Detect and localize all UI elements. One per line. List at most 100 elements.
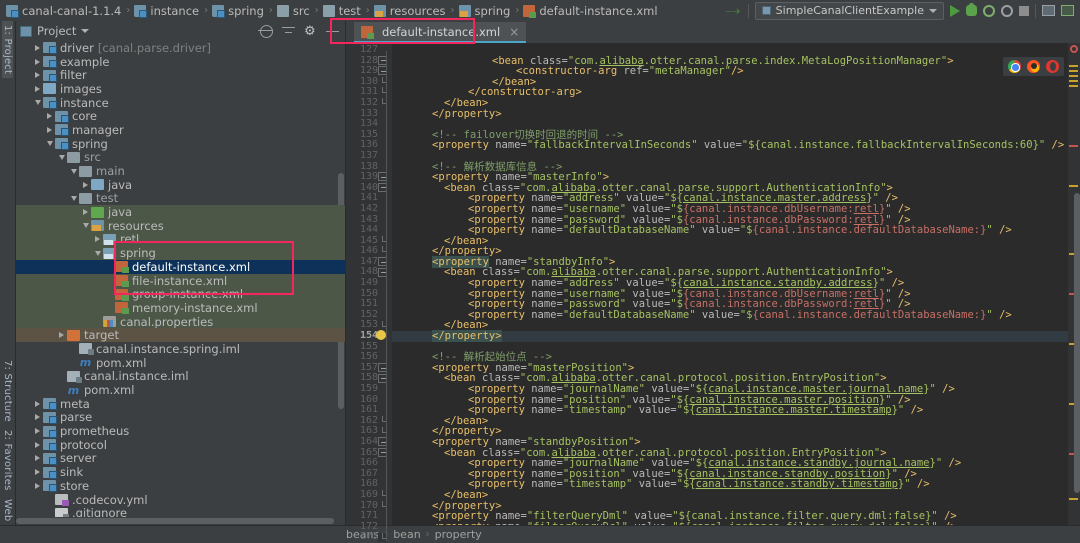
editor-scrollbar-thumb[interactable] [1074,193,1080,493]
chevron-right-icon[interactable] [44,126,55,133]
tree-node-file-instance-xml[interactable]: file-instance.xml [16,274,345,288]
tree-node-parse[interactable]: parse [16,410,345,424]
chevron-right-icon[interactable] [32,414,43,421]
code-line[interactable]: </property> [392,108,1068,120]
chevron-right-icon[interactable] [32,400,43,407]
code-line[interactable]: <property name="defaultDatabaseName" val… [392,310,1068,321]
gear-icon[interactable]: ⚙ [304,25,317,38]
tree-node-canal-instance-iml[interactable]: canal.instance.iml [16,369,345,383]
minimize-icon[interactable] [326,25,339,38]
tree-node-sink[interactable]: sink [16,465,345,479]
status-crumb-item-property[interactable]: property [435,528,482,541]
tree-node-java[interactable]: java [16,178,345,192]
tree-node-manager[interactable]: manager [16,123,345,137]
tree-node-canal-instance-spring-iml[interactable]: canal.instance.spring.iml [16,342,345,356]
tree-hscroll-thumb[interactable] [16,518,334,524]
tree-node-target[interactable]: target [16,328,345,342]
chevron-down-icon[interactable] [81,29,90,33]
chevron-right-icon[interactable] [32,58,43,65]
code-line[interactable]: <property name="filterQueryDcl" value="$… [392,521,1068,525]
tree-node-core[interactable]: core [16,109,345,123]
marker-stripe[interactable] [1069,498,1078,500]
layout-icon[interactable] [1042,5,1055,16]
tree-node-canal-properties[interactable]: canal.properties [16,315,345,329]
breadcrumb-item-default-instance-xml[interactable]: default-instance.xml [523,4,658,18]
sidebar-item-project[interactable]: 1: Project [2,21,13,79]
chevron-right-icon[interactable] [80,181,91,188]
breadcrumb-item-src[interactable]: src [276,4,310,18]
tree-node-meta[interactable]: meta [16,397,345,411]
breadcrumb-item-test[interactable]: test [322,4,361,18]
stop-icon[interactable] [1019,5,1029,16]
marker-stripe[interactable] [1069,70,1078,72]
chevron-right-icon[interactable] [92,236,103,243]
tree-node-protocol[interactable]: protocol [16,438,345,452]
tree-node--gitignore[interactable]: .gitignore [16,506,345,517]
chevron-down-icon[interactable] [44,141,55,147]
chevron-right-icon[interactable] [32,469,43,476]
chevron-right-icon[interactable] [32,85,43,92]
debug-icon[interactable] [966,3,977,16]
tree-node--codecov-yml[interactable]: .codecov.yml [16,493,345,507]
code-line[interactable]: </property> [392,330,1068,343]
tree-node-resources[interactable]: resources [16,219,345,233]
marker-stripe[interactable] [1069,85,1078,87]
breadcrumb-item-canal-canal-1-1-4[interactable]: canal-canal-1.1.4 [6,4,121,18]
breadcrumb-item-spring[interactable]: spring [458,4,510,18]
chevron-down-icon[interactable] [80,223,91,229]
tree-node-server[interactable]: server [16,451,345,465]
marker-stripe[interactable] [1069,185,1078,187]
tree-node-driver[interactable]: driver [canal.parse.driver] [16,41,345,55]
chrome-icon[interactable] [1008,60,1021,73]
marker-stripe[interactable] [1069,145,1078,147]
chevron-right-icon[interactable] [80,209,91,216]
tree-node-retl[interactable]: retl [16,232,345,246]
run-with-coverage-icon[interactable] [983,4,995,17]
tree-node-test[interactable]: test [16,191,345,205]
code-line[interactable]: <property name="timestamp" value="${cana… [392,479,1068,490]
marker-stripe[interactable] [1069,75,1078,77]
tree-node-example[interactable]: example [16,55,345,69]
chevron-right-icon[interactable] [32,428,43,435]
sidebar-item-favorites[interactable]: 2: Favorites [2,426,13,494]
code-content[interactable]: <bean class="com.alibaba.otter.canal.par… [392,43,1068,525]
profile-icon[interactable] [1001,4,1013,17]
tree-node-java[interactable]: java [16,205,345,219]
tree-node-spring[interactable]: spring [16,137,345,151]
marker-stripe[interactable] [1069,65,1078,67]
tree-node-instance[interactable]: instance [16,96,345,110]
close-icon[interactable]: × [509,25,519,39]
run-icon[interactable] [950,4,960,17]
status-crumb-item-bean[interactable]: bean [393,528,420,541]
chevron-down-icon[interactable] [92,250,103,256]
breadcrumb-item-spring[interactable]: spring [212,4,264,18]
chevron-down-icon[interactable] [32,100,43,106]
chevron-right-icon[interactable] [32,482,43,489]
code-line[interactable]: <property name="fallbackIntervalInSecond… [392,140,1068,151]
chevron-right-icon[interactable] [32,441,43,448]
tree-node-main[interactable]: main [16,164,345,178]
breadcrumb-item-instance[interactable]: instance [134,4,199,18]
sidebar-item-web[interactable]: Web [2,495,13,525]
tree-node-default-instance-xml[interactable]: default-instance.xml [16,260,345,274]
code-line[interactable]: <property name="timestamp" value="${cana… [392,405,1068,416]
firefox-icon[interactable] [1027,60,1040,73]
opera-icon[interactable] [1046,60,1059,73]
tree-node-pom-xml[interactable]: m pom.xml [16,383,345,397]
tree-node-filter[interactable]: filter [16,68,345,82]
editor-tab-default-instance-xml[interactable]: default-instance.xml × [354,22,527,43]
tree-node-spring[interactable]: spring [16,246,345,260]
chevron-right-icon[interactable] [32,72,43,79]
tree-horizontal-scrollbar[interactable] [16,517,345,525]
chevron-down-icon[interactable] [68,195,79,201]
hammer-icon[interactable]: ⤍ [726,3,742,19]
chevron-down-icon[interactable] [56,154,67,160]
code-line[interactable]: <property name="defaultDatabaseName" val… [392,225,1068,236]
breadcrumb-item-resources[interactable]: resources [373,4,446,18]
locate-icon[interactable] [258,24,273,38]
run-configuration-selector[interactable]: SimpleCanalClientExample [754,1,944,20]
tree-node-prometheus[interactable]: prometheus [16,424,345,438]
marker-stripe[interactable] [1069,80,1078,82]
error-stripe-icon[interactable] [1070,45,1078,53]
chevron-right-icon[interactable] [56,332,67,339]
